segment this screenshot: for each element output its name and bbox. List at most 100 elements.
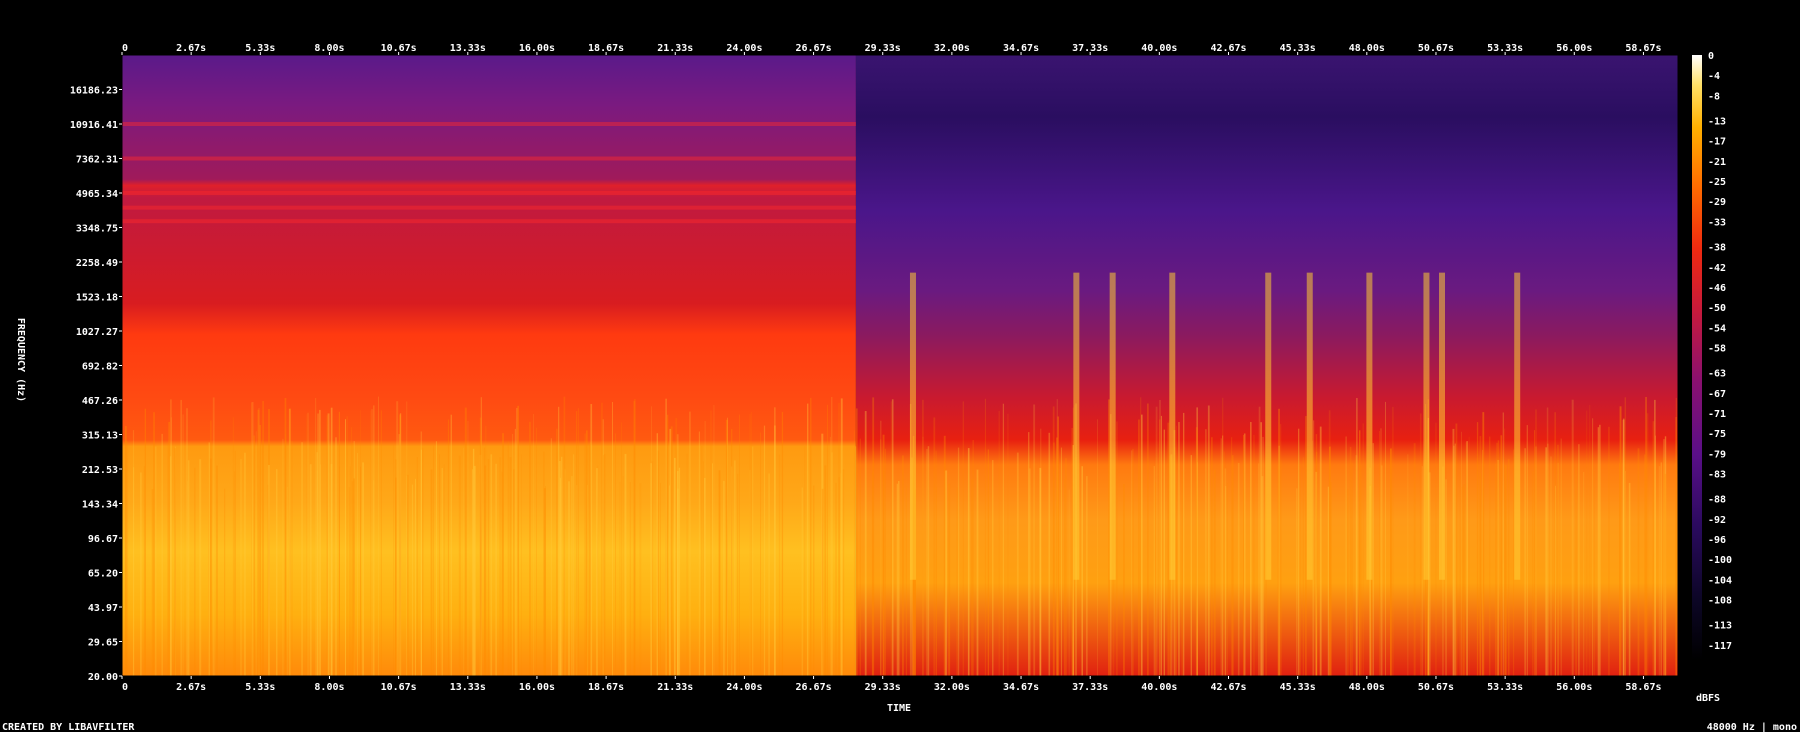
texture-streak: [622, 476, 624, 676]
texture-streak: [1646, 413, 1649, 676]
texture-streak: [473, 465, 476, 676]
texture-streak: [1421, 466, 1423, 676]
burst: [909, 272, 916, 580]
harmonic-band: [122, 156, 856, 161]
y-tick-label: 29.65: [88, 638, 118, 649]
harmonic-band: [122, 122, 856, 127]
texture-streak: [992, 460, 994, 676]
x-axis-label: TIME: [887, 703, 911, 714]
x-axis-top: 0 2.67s 5.33s 8.00s 10.67s 13.33s 16.00s 18.67s…: [121, 43, 1662, 55]
texture-streak: [433, 445, 434, 676]
texture-streak: [660, 482, 661, 676]
y-tick-label: 467.26: [82, 396, 118, 407]
colorbar-tick-label: -83: [1708, 469, 1726, 480]
texture-streak: [1504, 465, 1507, 676]
colorbar: [1692, 55, 1702, 660]
texture-streak: [194, 467, 196, 676]
texture-streak: [1224, 468, 1227, 676]
texture-streak: [1197, 462, 1198, 676]
texture-streak: [612, 402, 613, 676]
texture-streak: [1141, 414, 1143, 676]
texture-streak: [1296, 488, 1298, 676]
texture-streak: [712, 463, 713, 676]
texture-streak: [813, 485, 815, 676]
texture-streak: [307, 412, 309, 676]
texture-streak: [731, 429, 733, 676]
texture-streak: [749, 414, 751, 676]
texture-streak: [831, 397, 833, 676]
texture-streak: [1550, 456, 1552, 676]
texture-streak: [458, 455, 461, 676]
texture-streak: [1663, 457, 1665, 676]
texture-streak: [240, 459, 242, 676]
texture-streak: [677, 488, 679, 676]
colorbar-tick-label: -104: [1708, 575, 1732, 586]
texture-streak: [972, 440, 974, 676]
texture-streak: [422, 447, 424, 676]
colorbar-tick-label: 0: [1708, 51, 1714, 62]
texture-streak: [572, 454, 575, 676]
texture-streak: [1345, 436, 1347, 676]
texture-streak: [829, 436, 831, 676]
harmonic-band: [122, 191, 856, 196]
texture-streak: [345, 419, 346, 676]
texture-streak: [399, 413, 402, 676]
texture-streak: [1081, 466, 1083, 676]
texture-streak: [1231, 455, 1234, 676]
texture-streak: [568, 481, 570, 676]
texture-streak: [624, 453, 627, 676]
texture-streak: [335, 437, 337, 676]
texture-streak: [590, 404, 593, 676]
texture-streak: [212, 397, 215, 676]
texture-streak: [1071, 428, 1073, 676]
texture-streak: [443, 464, 445, 676]
x-tick-label: 29.33s: [865, 682, 901, 693]
texture-streak: [1466, 441, 1468, 676]
texture-streak: [1482, 449, 1483, 676]
texture-streak: [209, 458, 212, 676]
texture-streak: [998, 410, 1000, 676]
colorbar-tick-label: -100: [1708, 555, 1732, 566]
texture-streak: [1222, 435, 1224, 676]
texture-streak: [1360, 465, 1362, 676]
texture-streak: [1226, 482, 1228, 676]
texture-streak: [1280, 424, 1282, 676]
texture-streak: [463, 447, 464, 676]
texture-streak: [710, 410, 712, 676]
texture-streak: [561, 456, 563, 676]
texture-streak: [373, 480, 375, 676]
texture-streak: [1176, 425, 1177, 676]
texture-streak: [898, 481, 900, 676]
texture-streak: [495, 463, 497, 676]
texture-streak: [571, 476, 573, 676]
texture-streak: [871, 472, 873, 676]
texture-streak: [1220, 438, 1222, 676]
texture-streak: [435, 441, 437, 676]
texture-streak: [346, 416, 348, 676]
texture-streak: [933, 417, 936, 676]
texture-streak: [967, 448, 970, 676]
texture-streak: [208, 443, 209, 676]
x-tick-label: 2.67s: [176, 682, 206, 693]
texture-streak: [169, 456, 172, 676]
burst: [1439, 272, 1446, 580]
texture-streak: [1313, 420, 1315, 676]
texture-streak: [926, 448, 928, 676]
texture-streak: [1261, 476, 1264, 676]
texture-streak: [891, 399, 894, 676]
texture-streak: [760, 432, 761, 676]
texture-streak: [1160, 415, 1162, 676]
texture-streak: [317, 413, 319, 676]
x-tick-label: 26.67s: [796, 682, 832, 693]
texture-streak: [259, 425, 261, 676]
texture-streak: [1392, 406, 1394, 676]
texture-streak: [1302, 457, 1304, 676]
texture-streak: [1419, 413, 1422, 676]
texture-streak: [1654, 435, 1656, 676]
texture-streak: [1619, 463, 1620, 676]
texture-streak: [362, 462, 364, 676]
texture-streak: [1108, 399, 1110, 676]
texture-streak: [1355, 455, 1358, 676]
texture-streak: [1622, 419, 1625, 676]
texture-streak: [615, 433, 616, 676]
